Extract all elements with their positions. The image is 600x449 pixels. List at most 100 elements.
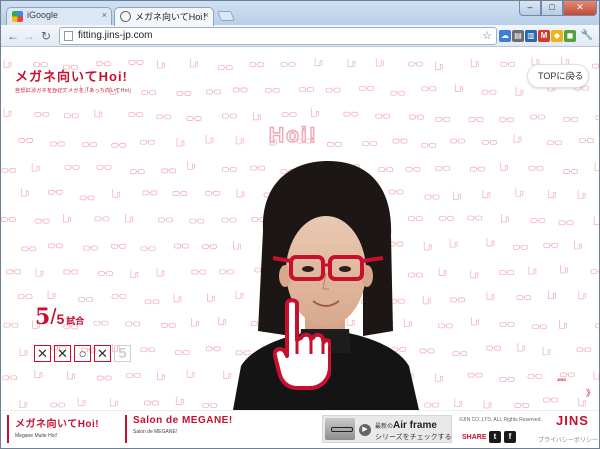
pattern-glasses-icon <box>111 142 127 148</box>
bookmark-extension-icon[interactable]: ▤ <box>512 30 524 42</box>
pattern-glasses-icon <box>83 245 98 251</box>
cloud-extension-icon[interactable]: ☁ <box>499 30 511 42</box>
pattern-hand-icon <box>593 371 599 380</box>
pattern-glasses-icon <box>128 112 144 117</box>
maximize-button[interactable]: □ <box>541 1 563 16</box>
promo-brand: Air frame <box>393 420 437 431</box>
pattern-hand-icon <box>35 268 44 277</box>
close-window-button[interactable]: ✕ <box>563 1 597 16</box>
score-current: 5 <box>35 304 51 330</box>
pattern-hand-icon <box>34 369 43 379</box>
reload-icon[interactable]: ↻ <box>38 28 54 44</box>
new-tab-button[interactable] <box>217 11 235 21</box>
pattern-glasses-icon <box>527 374 543 379</box>
pattern-hand-icon <box>77 397 86 407</box>
pattern-glasses-icon <box>172 191 188 196</box>
pattern-glasses-icon <box>439 216 454 221</box>
pattern-glasses-icon <box>421 142 436 148</box>
forward-arrow-icon[interactable]: → <box>21 28 37 44</box>
air-frame-banner[interactable]: ▶ 最新のAir frame シリーズをチェックする <box>322 415 452 443</box>
pattern-glasses-icon <box>470 166 485 172</box>
pattern-glasses-icon <box>392 138 408 144</box>
pattern-glasses-icon <box>563 169 578 174</box>
page-icon <box>64 31 73 41</box>
pattern-hand-icon <box>548 189 557 198</box>
pattern-hand-icon <box>186 369 195 378</box>
result-box: ✕ <box>94 345 111 362</box>
address-bar[interactable]: fitting.jins-jp.com ☆ <box>59 27 497 45</box>
pattern-hand-icon <box>559 320 567 329</box>
close-tab-icon[interactable]: × <box>204 10 209 20</box>
pattern-hand-icon <box>578 397 587 407</box>
pattern-hand-icon <box>176 137 185 147</box>
pattern-glasses-icon <box>174 243 189 249</box>
pattern-hand-icon <box>435 373 444 382</box>
pattern-glasses-icon <box>1 217 16 222</box>
pattern-hand-icon <box>375 57 384 67</box>
pattern-glasses-icon <box>450 138 465 144</box>
dictionary-extension-icon[interactable]: ▥ <box>525 30 537 42</box>
pattern-glasses-icon <box>408 61 424 67</box>
pattern-hand-icon <box>110 398 118 407</box>
pattern-hand-icon <box>3 108 12 117</box>
bookmark-star-icon[interactable]: ☆ <box>482 28 492 44</box>
pattern-glasses-icon <box>202 403 218 408</box>
pattern-hand-icon <box>517 343 526 352</box>
pattern-glasses-icon <box>499 377 515 382</box>
minimize-button[interactable]: ‒ <box>519 1 541 16</box>
pattern-glasses-icon <box>390 90 406 96</box>
pattern-glasses-icon <box>63 113 79 119</box>
pattern-hand-icon <box>574 240 582 250</box>
pattern-glasses-icon <box>144 299 160 305</box>
tab-label: iGoogle <box>27 10 59 20</box>
pattern-glasses-icon <box>280 62 296 67</box>
brand-logo[interactable]: メガネ向いてHoi! 自分にメガネをかけてメガネ「あっち向いてHoi」 <box>15 66 135 94</box>
tab-igoogle[interactable]: iGoogle × <box>6 7 112 26</box>
tag-extension-icon[interactable]: ◆ <box>551 30 563 42</box>
pattern-glasses-icon <box>219 269 234 275</box>
evernote-extension-icon[interactable]: ◼ <box>564 30 576 42</box>
pattern-glasses-icon <box>592 63 599 69</box>
close-tab-icon[interactable]: × <box>102 10 107 20</box>
pattern-glasses-icon <box>467 372 483 378</box>
pattern-glasses-icon <box>424 194 440 200</box>
twitter-icon[interactable]: t <box>489 431 501 443</box>
pattern-hand-icon <box>47 290 56 299</box>
gmail-extension-icon[interactable]: M <box>538 30 550 42</box>
pattern-glasses-icon <box>590 269 599 275</box>
pattern-glasses-icon <box>96 375 112 381</box>
pattern-hand-icon <box>593 216 599 225</box>
jins-logo[interactable]: JINS <box>556 413 589 428</box>
pattern-hand-icon <box>454 83 463 92</box>
facebook-icon[interactable]: f <box>504 431 516 443</box>
privacy-policy-link[interactable]: プライバシーポリシー <box>538 435 598 444</box>
score-word: 試合 <box>66 316 85 326</box>
footer-subtitle: Salon de MEGANE! <box>133 429 178 435</box>
footer-link-megane-hoi[interactable]: メガネ向いてHoi! Megane Muite Hoi! <box>7 415 117 443</box>
tab-megane-hoi[interactable]: メガネ向いてHoi！ / Salon × <box>114 7 214 26</box>
pattern-glasses-icon <box>409 114 424 120</box>
back-arrow-icon[interactable]: ← <box>5 28 21 44</box>
pattern-glasses-icon <box>499 117 515 123</box>
pattern-hand-icon <box>560 264 568 274</box>
pattern-glasses-icon <box>98 271 113 276</box>
wrench-icon[interactable]: 🔧 <box>579 28 595 44</box>
pattern-hand-icon <box>173 293 182 303</box>
back-to-top-button[interactable]: TOPに戻る 〉 <box>527 64 589 88</box>
pattern-glasses-icon <box>34 218 50 224</box>
pattern-hand-icon <box>205 135 214 144</box>
pattern-glasses-icon <box>202 244 217 250</box>
pattern-hand-icon <box>483 399 492 409</box>
pattern-hand-icon <box>3 59 12 68</box>
page-footer: メガネ向いてHoi! Megane Muite Hoi! Salon de ME… <box>1 410 599 448</box>
pattern-glasses-icon <box>47 243 63 249</box>
pattern-glasses-icon <box>96 164 112 170</box>
double-chevron-icon[interactable]: 》 <box>586 386 595 399</box>
share-label: SHARE <box>462 434 487 441</box>
footer-link-salon[interactable]: Salon de MEGANE! Salon de MEGANE! <box>125 415 245 443</box>
pattern-glasses-icon <box>499 322 515 327</box>
pattern-glasses-icon <box>530 114 545 120</box>
pattern-glasses-icon <box>6 269 22 275</box>
pattern-hand-icon <box>223 370 232 380</box>
game-score: 5/5 試合 <box>35 304 84 330</box>
